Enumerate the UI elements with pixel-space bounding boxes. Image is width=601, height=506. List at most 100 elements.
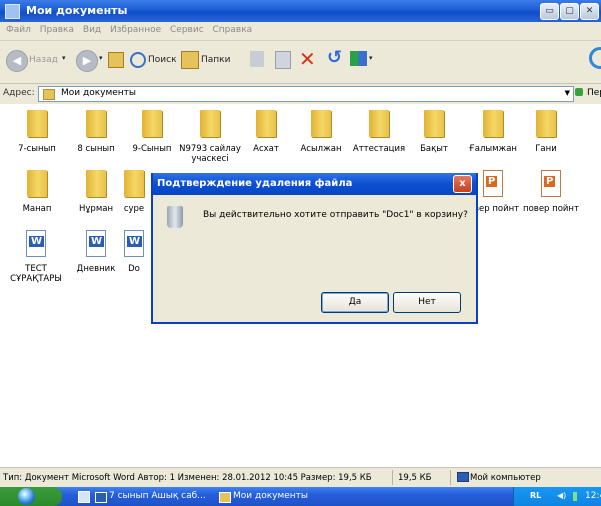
views-icon[interactable] (350, 51, 367, 66)
file-item[interactable]: Бақыт (404, 110, 464, 154)
back-button-label[interactable]: Назад (29, 55, 58, 65)
word-document-icon (124, 230, 144, 257)
file-item[interactable]: Do (117, 230, 151, 274)
file-label: Аттестация (352, 144, 406, 154)
delete-icon[interactable]: ✕ (299, 47, 316, 71)
folder-icon (424, 110, 444, 137)
folder-icon (219, 492, 231, 503)
dialog-title-bar[interactable]: Подтверждение удаления файла x (153, 173, 476, 195)
delete-confirmation-dialog: Подтверждение удаления файла x Вы действ… (151, 173, 478, 324)
search-icon[interactable] (130, 52, 146, 68)
volume-icon[interactable]: ◀) (557, 491, 566, 500)
file-item[interactable]: N9793 сайлау учаскесі (178, 110, 242, 164)
file-label: Асхат (253, 144, 279, 154)
taskbar: 7 сынып Ашық саб... Мои документы RL ◀) … (0, 487, 601, 506)
show-desktop-icon[interactable] (78, 491, 90, 503)
folder-icon (200, 110, 220, 137)
address-dropdown-icon[interactable]: ▼ (565, 89, 570, 97)
word-document-icon (26, 230, 46, 257)
menu-file[interactable]: Файл (6, 25, 31, 35)
dialog-close-button[interactable]: x (453, 175, 472, 193)
file-item[interactable]: повер пойнт (518, 170, 584, 214)
no-button[interactable]: Нет (393, 292, 461, 313)
file-label: ТЕСТ СҰРАҚТАРЫ (10, 264, 62, 284)
go-arrow-icon[interactable] (575, 88, 583, 96)
file-item[interactable]: Асхат (236, 110, 296, 154)
search-button-label[interactable]: Поиск (148, 55, 177, 65)
computer-icon (457, 472, 469, 482)
system-tray: RL ◀) 12:4 (513, 487, 601, 506)
folder-icon (311, 110, 331, 137)
menu-bar: Файл Правка Вид Избранное Сервис Справка (0, 22, 601, 41)
address-bar: Адрес: Мои документы ▼ Переход (0, 84, 601, 105)
file-label: Манап (22, 204, 52, 214)
file-label: повер пойнт (523, 204, 579, 214)
back-dropdown-icon[interactable]: ▾ (62, 54, 66, 62)
windows-logo-icon (589, 47, 601, 69)
forward-dropdown-icon[interactable]: ▾ (99, 54, 103, 62)
minimize-button[interactable]: ▭ (540, 3, 559, 20)
file-item[interactable]: 8 сынып (66, 110, 126, 154)
copy-to-icon[interactable] (275, 51, 291, 69)
folder-icon (369, 110, 389, 137)
taskbar-item-my-documents[interactable]: Мои документы (217, 489, 343, 504)
language-indicator[interactable]: RL (530, 491, 541, 500)
address-label: Адрес: (3, 88, 35, 98)
yes-button[interactable]: Да (321, 292, 389, 313)
folder-icon (27, 170, 47, 197)
menu-edit[interactable]: Правка (40, 25, 74, 35)
folders-icon[interactable] (181, 51, 199, 69)
folder-icon (142, 110, 162, 137)
menu-favorites[interactable]: Избранное (110, 25, 161, 35)
file-item[interactable]: суре (117, 170, 151, 214)
menu-tools[interactable]: Сервис (170, 25, 204, 35)
maximize-button[interactable]: ▢ (560, 3, 579, 20)
file-item[interactable]: 7-сынып (7, 110, 67, 154)
toolbar: ◀ Назад ▾ ▶ ▾ Поиск Папки ✕ ↺ ▾ (0, 41, 601, 84)
file-label: суре (123, 204, 145, 214)
taskbar-item-label: Мои документы (233, 491, 309, 501)
move-to-icon[interactable] (250, 51, 264, 67)
views-dropdown-icon[interactable]: ▾ (369, 54, 373, 62)
status-size: 19,5 КБ (398, 473, 432, 483)
folder-icon (86, 110, 106, 137)
taskbar-item-word[interactable]: 7 сынып Ашық саб... (93, 489, 219, 504)
folder-icon (536, 110, 556, 137)
undo-icon[interactable]: ↺ (327, 47, 342, 68)
file-item[interactable]: Аттестация (349, 110, 409, 154)
file-label: Асылжан (300, 144, 342, 154)
clock: 12:4 (585, 491, 601, 501)
status-location: Мой компьютер (470, 473, 541, 483)
menu-view[interactable]: Вид (83, 25, 101, 35)
file-label: 9-Сынып (132, 144, 172, 154)
status-bar: Тип: Документ Microsoft Word Автор: 1 Из… (0, 467, 601, 487)
file-item[interactable]: ТЕСТ СҰРАҚТАРЫ (5, 230, 67, 284)
go-button-label[interactable]: Переход (587, 88, 601, 98)
windows-logo-icon (18, 488, 35, 505)
file-label: Do (128, 264, 140, 274)
file-label: 8 сынып (77, 144, 115, 154)
file-item[interactable]: Ғалымжан (463, 110, 523, 154)
powerpoint-file-icon (541, 170, 561, 197)
file-item[interactable]: Асылжан (291, 110, 351, 154)
folders-button-label[interactable]: Папки (201, 55, 230, 65)
window-title-bar[interactable]: Мои документы ▭ ▢ ✕ (0, 0, 601, 22)
menu-help[interactable]: Справка (213, 25, 253, 35)
file-item[interactable]: 9-Сынып (122, 110, 182, 154)
address-field[interactable]: Мои документы ▼ (38, 86, 574, 102)
folder-icon (43, 89, 55, 100)
file-label: Бақыт (420, 144, 448, 154)
back-arrow-icon[interactable]: ◀ (6, 50, 28, 72)
recycle-bin-icon (167, 206, 183, 228)
file-item[interactable]: Гани (516, 110, 576, 154)
start-button[interactable] (0, 487, 62, 506)
dialog-title: Подтверждение удаления файла (157, 178, 353, 189)
network-icon[interactable] (573, 492, 577, 501)
address-value: Мои документы (61, 88, 137, 98)
close-button[interactable]: ✕ (580, 3, 599, 20)
folder-icon (27, 110, 47, 137)
forward-arrow-icon[interactable]: ▶ (76, 50, 98, 72)
up-folder-icon[interactable] (108, 52, 124, 68)
file-item[interactable]: Манап (7, 170, 67, 214)
folder-icon (483, 110, 503, 137)
